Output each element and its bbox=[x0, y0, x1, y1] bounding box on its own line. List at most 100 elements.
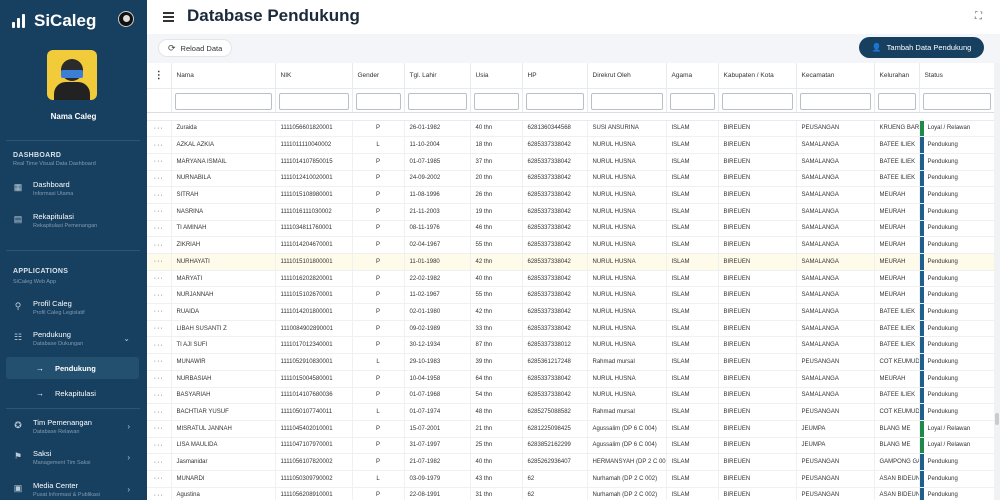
row-actions-icon[interactable]: ··· bbox=[147, 136, 172, 154]
column-header[interactable]: Direkrut Oleh bbox=[587, 63, 667, 89]
row-actions-icon[interactable]: ··· bbox=[147, 487, 172, 500]
table-cell: NURUL HUSNA bbox=[587, 136, 667, 154]
fullscreen-icon[interactable]: ⛶ bbox=[973, 11, 984, 22]
hamburger-menu-icon[interactable] bbox=[163, 12, 174, 22]
table-row[interactable]: ··· LIBAH SUSANTI Z 1110084902890001 P 09-02… bbox=[147, 320, 995, 338]
sidebar-item-saksi[interactable]: ⚑ Saksi Management Tim Saksi › bbox=[6, 447, 140, 473]
reload-button[interactable]: ⟳ Reload Data bbox=[158, 39, 233, 57]
sidebar-item-profil-caleg[interactable]: ⚲ Profil Caleg Profil Caleg Legislatif bbox=[6, 297, 140, 323]
row-actions-icon[interactable]: ··· bbox=[147, 120, 172, 138]
table-row[interactable]: ··· MUNARDI 1111050309790002 L 03-09-1979 43 … bbox=[147, 470, 995, 488]
column-header[interactable]: NIK bbox=[275, 63, 353, 89]
row-actions-icon[interactable]: ··· bbox=[147, 387, 172, 405]
table-row[interactable]: ··· ZIKRIAH 1111014204670001 P 02-04-1967 55 … bbox=[147, 236, 995, 254]
table-row[interactable]: ··· BACHTIAR YUSUF 1111050107740011 L 01-07-… bbox=[147, 403, 995, 421]
add-supporter-button[interactable]: 👤 Tambah Data Pendukung bbox=[859, 37, 984, 58]
column-header[interactable]: Status bbox=[919, 63, 995, 89]
column-header[interactable]: Agama bbox=[666, 63, 719, 89]
table-scrollbar[interactable] bbox=[994, 63, 1000, 500]
column-filter-input[interactable] bbox=[669, 93, 715, 111]
column-filter-input[interactable] bbox=[721, 93, 793, 111]
user-avatar-icon[interactable] bbox=[118, 11, 134, 27]
column-filter-input[interactable] bbox=[355, 93, 401, 111]
column-filter-input[interactable] bbox=[278, 93, 349, 111]
table-row[interactable]: ··· Jasmanidar 1111056107820002 P 21-07-1982… bbox=[147, 453, 995, 471]
sidebar-item-pendukung[interactable]: ☷ Pendukung Database Dukungan ⌄ bbox=[6, 328, 140, 354]
column-filter-input[interactable] bbox=[590, 93, 663, 111]
row-actions-icon[interactable]: ··· bbox=[147, 303, 172, 321]
column-filter-input[interactable] bbox=[877, 93, 916, 111]
column-filter-input[interactable] bbox=[407, 93, 467, 111]
table-cell: NURUL HUSNA bbox=[587, 370, 667, 388]
table-cell: Nurhamah (DP 2 C 002) bbox=[587, 470, 667, 488]
row-actions-icon[interactable]: ··· bbox=[147, 353, 172, 371]
table-row[interactable]: ··· Zuraida 1111056601820001 P 26-01-1982 40 … bbox=[147, 120, 995, 138]
row-actions-icon[interactable]: ··· bbox=[147, 420, 172, 438]
column-header[interactable]: HP bbox=[522, 63, 588, 89]
row-actions-icon[interactable]: ··· bbox=[147, 470, 172, 488]
sidebar-subitem-rekapitulasi[interactable]: → Rekapitulasi bbox=[6, 382, 139, 404]
table-row[interactable]: ··· LISA MAULIDA 1111047107970001 P 31-07-19… bbox=[147, 437, 995, 455]
table-row[interactable]: ··· TI AMINAH 1111034811760001 P 08-11-1976 4… bbox=[147, 220, 995, 238]
divider bbox=[6, 250, 140, 251]
table-row[interactable]: ··· RUAIDA 1111014201800001 P 02-01-1980 42 t… bbox=[147, 303, 995, 321]
table-row[interactable]: ··· MUNAWIR 1111052910830001 L 29-10-1983 39 … bbox=[147, 353, 995, 371]
brand[interactable]: SiCaleg bbox=[12, 10, 96, 32]
column-header[interactable]: Nama bbox=[171, 63, 276, 89]
column-header[interactable]: Gender bbox=[352, 63, 405, 89]
sidebar-subitem-pendukung[interactable]: → Pendukung bbox=[6, 357, 139, 379]
column-filter-input[interactable] bbox=[922, 93, 991, 111]
row-actions-icon[interactable]: ··· bbox=[147, 153, 172, 171]
table-row[interactable]: ··· MARYATI 1111016202820001 P 22-02-1982 40 … bbox=[147, 270, 995, 288]
table-row[interactable]: ··· NURJANNAH 1111015102670001 P 11-02-1967 5… bbox=[147, 286, 995, 305]
column-filter-input[interactable] bbox=[174, 93, 272, 111]
sidebar-item-dashboard[interactable]: ▦ Dashboard Informasi Utama bbox=[6, 178, 140, 204]
sidebar-item-media-center[interactable]: ▣ Media Center Pusat Informasi & Publikas… bbox=[6, 479, 140, 500]
column-filter-input[interactable] bbox=[799, 93, 871, 111]
row-actions-icon[interactable]: ··· bbox=[147, 320, 172, 338]
column-header[interactable]: Tgl. Lahir bbox=[404, 63, 471, 89]
table-cell: Rahmad mursal bbox=[587, 403, 667, 421]
column-filter-input[interactable] bbox=[525, 93, 584, 111]
row-actions-icon[interactable]: ··· bbox=[147, 236, 172, 254]
row-actions-icon[interactable]: ··· bbox=[147, 370, 172, 388]
chevron-right-icon: › bbox=[127, 453, 130, 462]
table-cell: P bbox=[352, 387, 405, 405]
table-row[interactable]: ··· Agustina 1111056208910001 P 22-08-1991 31… bbox=[147, 487, 995, 500]
table-cell: BIREUEN bbox=[718, 320, 797, 338]
table-row[interactable]: ··· NURBASIAH 1111015004580001 P 10-04-1958 6… bbox=[147, 370, 995, 388]
column-header[interactable]: Kabupaten / Kota bbox=[718, 63, 797, 89]
row-actions-icon[interactable]: ··· bbox=[147, 286, 172, 305]
table-cell: P bbox=[352, 236, 405, 254]
column-header[interactable]: Kecamatan bbox=[796, 63, 875, 89]
row-actions-icon[interactable]: ··· bbox=[147, 437, 172, 455]
column-filter-input[interactable] bbox=[473, 93, 519, 111]
table-row[interactable]: ··· MARYANA ISMAIL 1111014107850015 P 01-07-… bbox=[147, 153, 995, 171]
row-actions-icon[interactable]: ··· bbox=[147, 253, 172, 271]
column-menu-icon[interactable]: ⋮ bbox=[147, 63, 172, 89]
table-cell: ASAN BIDEUN bbox=[874, 487, 920, 500]
sidebar-item-rekapitulasi[interactable]: ▤ Rekapitulasi Rekapitulasi Pemenangan bbox=[6, 210, 140, 236]
table-cell: MEURAH bbox=[874, 220, 920, 238]
table-row[interactable]: ··· TI AJI SUFI 1111017012340001 P 30-12-193… bbox=[147, 336, 995, 355]
table-row[interactable]: ··· MISRATUL JANNAH 1111045402010001 P 15-07… bbox=[147, 420, 995, 438]
row-actions-icon[interactable]: ··· bbox=[147, 270, 172, 288]
row-actions-icon[interactable]: ··· bbox=[147, 336, 172, 355]
column-header[interactable]: Usia bbox=[470, 63, 523, 89]
row-actions-icon[interactable]: ··· bbox=[147, 453, 172, 471]
table-row[interactable]: ··· SITRAH 1111015108980001 P 11-08-1996 26 t… bbox=[147, 186, 995, 204]
row-actions-icon[interactable]: ··· bbox=[147, 403, 172, 421]
table-cell: 18 thn bbox=[470, 136, 523, 154]
row-actions-icon[interactable]: ··· bbox=[147, 186, 172, 204]
table-row[interactable]: ··· BASYARIAH 1111014107680036 P 01-07-1968 5… bbox=[147, 387, 995, 405]
column-header[interactable]: Kelurahan bbox=[874, 63, 920, 89]
row-actions-icon[interactable]: ··· bbox=[147, 203, 172, 221]
table-row[interactable]: ··· NASRINA 1111016111030002 P 21-11-2003 19 … bbox=[147, 203, 995, 221]
table-cell: ASAN BIDEUN bbox=[874, 470, 920, 488]
table-row[interactable]: ··· AZKAL AZKIA 1111011110040002 L 11-10-200… bbox=[147, 136, 995, 154]
table-row[interactable]: ··· NURHAYATI 1111015101800001 P 11-01-1980 4… bbox=[147, 253, 995, 271]
sidebar-item-tim-pemenangan[interactable]: ✪ Tim Pemenangan Database Relawan › bbox=[6, 416, 140, 442]
row-actions-icon[interactable]: ··· bbox=[147, 220, 172, 238]
table-row[interactable]: ··· NURNABILA 1111012410020001 P 24-09-2002 2… bbox=[147, 170, 995, 188]
row-actions-icon[interactable]: ··· bbox=[147, 170, 172, 188]
